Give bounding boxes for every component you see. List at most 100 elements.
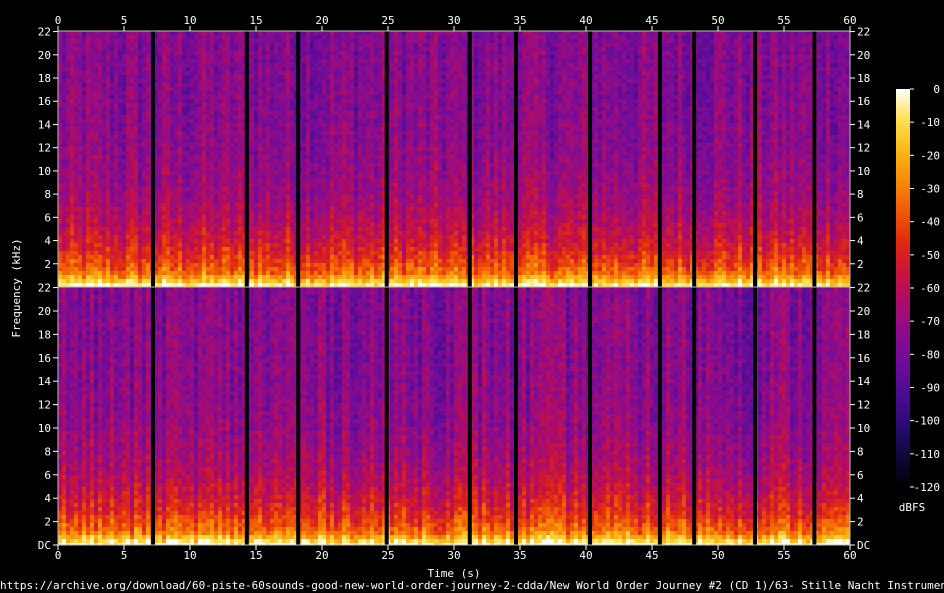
x-tick-label: 60 [843, 549, 856, 562]
y-tick-label: 20 [38, 49, 51, 62]
x-tick-label: 20 [315, 14, 328, 27]
colorbar-tick-label: -80 [920, 348, 940, 361]
y-tick-label: 4 [44, 235, 51, 248]
x-tick-label: 55 [777, 549, 790, 562]
silence-gap [296, 31, 301, 545]
y-tick-label: 4 [857, 492, 864, 505]
colorbar-scale [896, 89, 910, 487]
silence-gap [467, 31, 472, 545]
y-tick-label: 6 [857, 469, 864, 482]
x-tick-label: 40 [579, 549, 592, 562]
y-tick-label: 10 [857, 165, 870, 178]
y-tick-label: 6 [44, 211, 51, 224]
y-tick-label: 16 [38, 352, 51, 365]
x-tick-label: 30 [447, 14, 460, 27]
silence-gap [812, 31, 817, 545]
y-tick-label: 18 [38, 72, 51, 85]
x-tick-label: 5 [121, 549, 128, 562]
y-tick-label: DC [857, 539, 870, 552]
silence-gap [588, 31, 592, 545]
x-tick-label: 15 [249, 549, 262, 562]
y-tick-label: 2 [857, 258, 864, 271]
x-tick-label: 5 [121, 14, 128, 27]
x-tick-label: 10 [183, 14, 196, 27]
x-tick-label: 10 [183, 549, 196, 562]
y-tick-label: 4 [44, 492, 51, 505]
y-tick-label: 20 [38, 305, 51, 318]
y-tick-label: 10 [38, 165, 51, 178]
y-tick-label: 16 [38, 95, 51, 108]
colorbar [896, 89, 910, 487]
y-tick-label: 10 [857, 422, 870, 435]
y-tick-label: 4 [857, 235, 864, 248]
y-tick-label: 14 [857, 375, 871, 388]
channel-1-spectrogram [58, 31, 850, 287]
y-tick-label: 18 [857, 72, 870, 85]
y-tick-label: 10 [38, 422, 51, 435]
y-tick-label: 22 [38, 26, 51, 39]
x-tick-label: 15 [249, 14, 262, 27]
y-tick-label: 6 [44, 469, 51, 482]
y-tick-label: 20 [857, 49, 870, 62]
x-tick-label: 40 [579, 14, 592, 27]
x-tick-label: 60 [843, 14, 856, 27]
y-tick-label: 6 [857, 211, 864, 224]
y-tick-label: 12 [857, 399, 870, 412]
colorbar-tick-label: -40 [920, 216, 940, 229]
y-tick-label: 12 [38, 142, 51, 155]
y-axis-label: Frequency (kHz) [10, 238, 23, 337]
y-tick-label: 14 [38, 118, 52, 131]
source-file-path: https://archive.org/download/60-piste-60… [0, 578, 944, 593]
x-tick-label: 45 [645, 14, 658, 27]
x-tick-label: 45 [645, 549, 658, 562]
x-tick-label: 25 [381, 549, 394, 562]
y-tick-label: 14 [857, 118, 871, 131]
silence-gap [151, 31, 155, 545]
silence-gap [692, 31, 697, 545]
silence-gap [384, 31, 389, 545]
y-tick-label: DC [38, 539, 51, 552]
x-tick-label: 25 [381, 14, 394, 27]
y-tick-label: 2 [857, 516, 864, 529]
y-tick-label: 8 [44, 188, 51, 201]
colorbar-tick-label: -10 [920, 116, 940, 129]
y-tick-label: 20 [857, 305, 870, 318]
y-tick-label: 8 [857, 188, 864, 201]
y-tick-label: 2 [44, 258, 51, 271]
colorbar-tick-label: -70 [920, 315, 940, 328]
colorbar-tick-label: -100 [914, 415, 941, 428]
y-tick-label: 22 [857, 26, 870, 39]
x-tick-label: 55 [777, 14, 790, 27]
channel-2-spectrogram [58, 287, 850, 545]
colorbar-tick-label: -50 [920, 249, 940, 262]
y-tick-label: 18 [857, 328, 870, 341]
colorbar-tick-label: -30 [920, 183, 940, 196]
colorbar-tick-label: 0 [933, 83, 940, 96]
y-tick-label: 14 [38, 375, 52, 388]
x-tick-label: 50 [711, 14, 724, 27]
y-tick-label: 16 [857, 352, 870, 365]
spectrogram-chart: 0055101015152020252530303535404045455050… [10, 14, 940, 580]
y-tick-label: 12 [857, 142, 870, 155]
x-tick-label: 0 [55, 549, 62, 562]
y-tick-label: 16 [857, 95, 870, 108]
colorbar-label: dBFS [899, 501, 926, 514]
colorbar-tick-label: -60 [920, 282, 940, 295]
silence-gap [753, 31, 757, 545]
y-tick-label: 18 [38, 328, 51, 341]
silence-gap [657, 31, 662, 545]
x-tick-label: 35 [513, 14, 526, 27]
y-tick-label: 8 [44, 445, 51, 458]
x-tick-label: 50 [711, 549, 724, 562]
y-tick-label: 22 [38, 282, 51, 295]
y-tick-label: 2 [44, 516, 51, 529]
colorbar-ticks: 0 -10 -20 -30 -40 -50 -60 -70 -80 -90 -100 -110 -120 [910, 83, 940, 494]
y-tick-label: 8 [857, 445, 864, 458]
x-tick-label: 0 [55, 14, 62, 27]
y-tick-label: 22 [857, 282, 870, 295]
x-tick-label: 35 [513, 549, 526, 562]
y-tick-label: 12 [38, 399, 51, 412]
silence-gap [514, 31, 518, 545]
colorbar-tick-label: -90 [920, 382, 940, 395]
colorbar-tick-label: -20 [920, 149, 940, 162]
